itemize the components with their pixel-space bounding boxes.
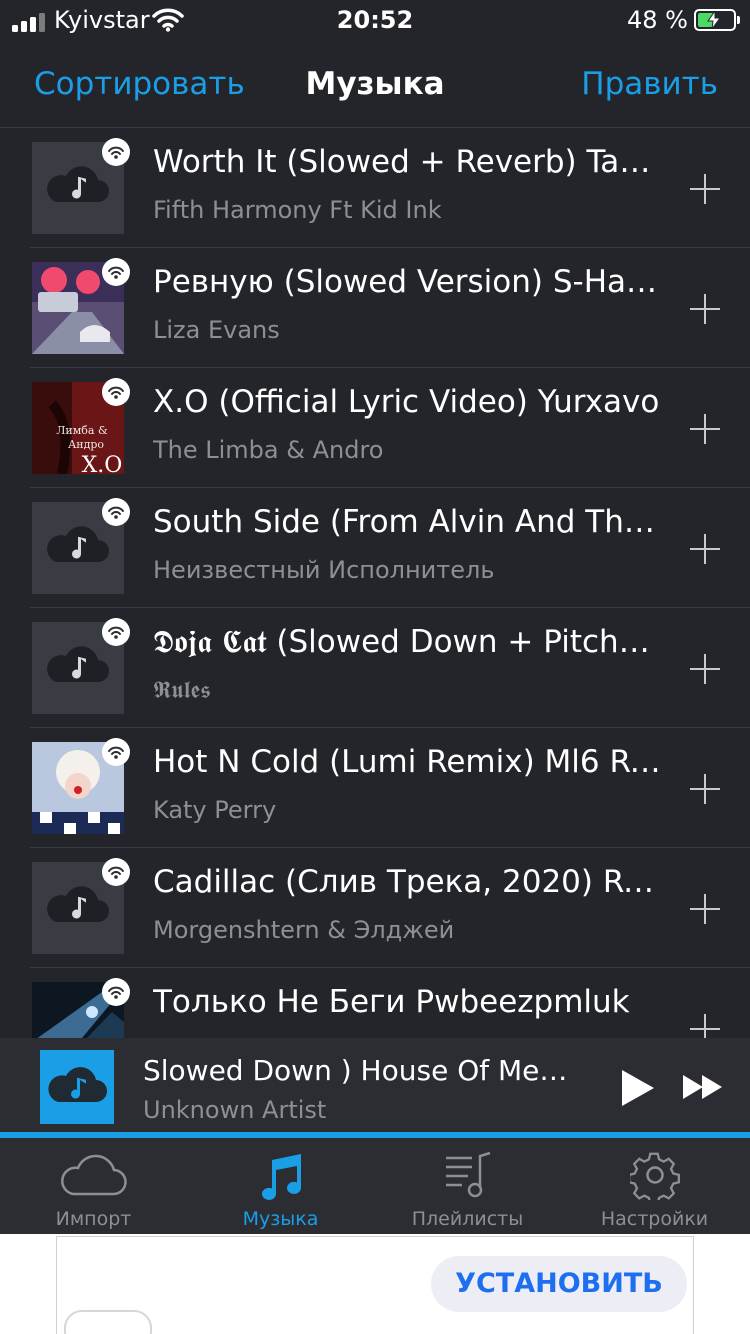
navigation-bar: Сортировать Музыка Править bbox=[0, 44, 750, 128]
track-title: 𝕯𝖔𝖏𝖆 𝕮𝖆𝖙 (Slowed Down + Pitched) bbox=[153, 624, 663, 660]
track-list[interactable]: Worth It (Slowed + Reverb) Tarkan Bouncy… bbox=[0, 128, 750, 1038]
fast-forward-icon bbox=[683, 1075, 722, 1099]
track-row[interactable]: Hot N Cold (Lumi Remix) Ml6 Remix Katy Pe… bbox=[0, 728, 750, 848]
tab-music-label: Музыка bbox=[242, 1208, 319, 1230]
track-title: Ревную (Slowed Version) S-Hab Lorderess bbox=[153, 264, 663, 300]
track-title: Cadillac (Слив Трека, 2020) Remix bbox=[153, 864, 663, 900]
add-to-playlist-plus-icon[interactable] bbox=[690, 654, 720, 684]
now-playing-artwork bbox=[40, 1050, 114, 1124]
track-artist: Fifth Harmony Ft Kid Ink bbox=[153, 196, 442, 224]
add-to-playlist-plus-icon[interactable] bbox=[690, 414, 720, 444]
now-playing-bar[interactable]: Slowed Down ) House Of Memories Unknown … bbox=[0, 1038, 750, 1138]
svg-text:Лимба &: Лимба & bbox=[56, 424, 108, 437]
track-row[interactable]: Cadillac (Слив Трека, 2020) Remix Morgens… bbox=[0, 848, 750, 968]
tab-import-label: Импорт bbox=[55, 1208, 132, 1230]
track-title: South Side (From Alvin And The Chipmunks… bbox=[153, 504, 663, 540]
tab-settings[interactable]: Настройки bbox=[561, 1138, 748, 1234]
tab-playlists-label: Плейлисты bbox=[411, 1208, 524, 1230]
track-row[interactable]: South Side (From Alvin And The Chipmunks… bbox=[0, 488, 750, 608]
add-to-playlist-plus-icon[interactable] bbox=[690, 894, 720, 924]
track-artist: Неизвестный Исполнитель bbox=[153, 556, 495, 584]
gear-icon bbox=[629, 1152, 680, 1200]
svg-text:Андро: Андро bbox=[68, 438, 104, 451]
ad-install-button[interactable]: УСТАНОВИТЬ bbox=[431, 1256, 687, 1312]
tab-settings-label: Настройки bbox=[600, 1208, 709, 1230]
now-playing-title: Slowed Down ) House Of Memories bbox=[143, 1054, 583, 1087]
track-row[interactable]: 𝕯𝖔𝖏𝖆 𝕮𝖆𝖙 (Slowed Down + Pitched) 𝕽𝖚𝖑𝖊𝖘 bbox=[0, 608, 750, 728]
tab-import[interactable]: Импорт bbox=[0, 1138, 187, 1234]
track-artist: Liza Evans bbox=[153, 316, 280, 344]
track-artist: Morgenshtern & Элджей bbox=[153, 916, 455, 944]
stream-badge-icon bbox=[102, 858, 130, 886]
now-playing-artist: Unknown Artist bbox=[143, 1096, 327, 1124]
playlist-icon bbox=[445, 1151, 490, 1198]
add-to-playlist-plus-icon[interactable] bbox=[690, 774, 720, 804]
tab-music[interactable]: Музыка bbox=[187, 1138, 374, 1234]
track-title: Hot N Cold (Lumi Remix) Ml6 Remix bbox=[153, 744, 663, 780]
svg-text:X.O: X.O bbox=[82, 453, 123, 474]
play-button[interactable] bbox=[620, 1068, 656, 1112]
track-artist: Katy Perry bbox=[153, 796, 277, 824]
battery-icon bbox=[694, 9, 740, 31]
track-title: Только Не Беги Pwbeezpmluk bbox=[153, 984, 630, 1020]
tab-playlists[interactable]: Плейлисты bbox=[374, 1138, 561, 1234]
stream-badge-icon bbox=[102, 258, 130, 286]
ad-app-icon bbox=[64, 1310, 152, 1334]
cloud-music-icon bbox=[48, 1067, 107, 1102]
add-to-playlist-plus-icon[interactable] bbox=[690, 174, 720, 204]
battery-percent: 48 % bbox=[627, 6, 688, 34]
stream-badge-icon bbox=[102, 618, 130, 646]
track-row[interactable]: Лимба & Андро X.O X.O (Official Lyric Video… bbox=[0, 368, 750, 488]
track-row[interactable]: Только Не Беги Pwbeezpmluk bbox=[0, 968, 750, 1038]
track-artist: 𝕽𝖚𝖑𝖊𝖘 bbox=[153, 676, 211, 704]
add-to-playlist-plus-icon[interactable] bbox=[690, 294, 720, 324]
track-row[interactable]: Ревную (Slowed Version) S-Hab Lorderess L… bbox=[0, 248, 750, 368]
cloud-icon bbox=[60, 1154, 127, 1196]
add-to-playlist-plus-icon[interactable] bbox=[690, 1014, 720, 1038]
next-track-button[interactable] bbox=[682, 1074, 724, 1104]
stream-badge-icon bbox=[102, 738, 130, 766]
status-bar: Kyivstar 20:52 48 % bbox=[0, 0, 750, 44]
play-icon bbox=[622, 1070, 654, 1106]
track-artist: The Limba & Andro bbox=[153, 436, 384, 464]
track-title: Worth It (Slowed + Reverb) Tarkan Bouncy bbox=[153, 144, 663, 180]
stream-badge-icon bbox=[102, 378, 130, 406]
track-title: X.O (Official Lyric Video) Yurxavo bbox=[153, 384, 660, 420]
add-to-playlist-plus-icon[interactable] bbox=[690, 534, 720, 564]
edit-button[interactable]: Править bbox=[581, 66, 718, 102]
track-row[interactable]: Worth It (Slowed + Reverb) Tarkan Bouncy… bbox=[0, 128, 750, 248]
ad-banner[interactable]: УСТАНОВИТЬ bbox=[0, 1234, 750, 1334]
tab-bar: Импорт Музыка Плейлисты Настройки bbox=[0, 1138, 750, 1234]
music-note-icon bbox=[261, 1154, 301, 1200]
stream-badge-icon bbox=[102, 498, 130, 526]
stream-badge-icon bbox=[102, 138, 130, 166]
stream-badge-icon bbox=[102, 978, 130, 1006]
